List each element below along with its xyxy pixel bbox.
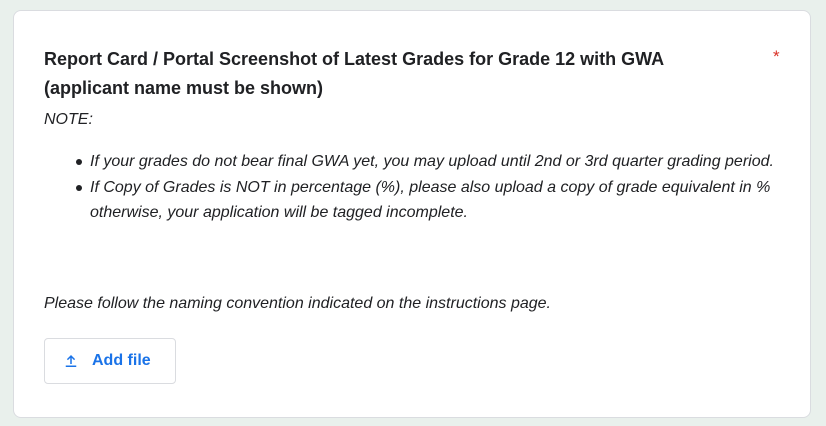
note-list: If your grades do not bear final GWA yet…	[44, 149, 784, 226]
note-item-text: If your grades do not bear final GWA yet…	[90, 153, 774, 170]
note-item: If Copy of Grades is NOT in percentage (…	[44, 175, 784, 226]
note-item-text: If Copy of Grades is NOT in percentage (…	[90, 178, 771, 222]
question-card: Report Card / Portal Screenshot of Lates…	[13, 10, 811, 418]
bullet-icon	[76, 184, 82, 191]
bullet-icon	[76, 159, 82, 165]
add-file-button[interactable]: Add file	[44, 338, 176, 384]
note-item: If your grades do not bear final GWA yet…	[44, 149, 784, 175]
note-label: NOTE:	[44, 111, 93, 128]
upload-icon	[65, 355, 77, 367]
question-title: Report Card / Portal Screenshot of Lates…	[44, 49, 664, 98]
required-asterisk: *	[773, 47, 780, 66]
add-file-label: Add file	[92, 352, 151, 369]
naming-convention-note: Please follow the naming convention indi…	[44, 295, 551, 312]
